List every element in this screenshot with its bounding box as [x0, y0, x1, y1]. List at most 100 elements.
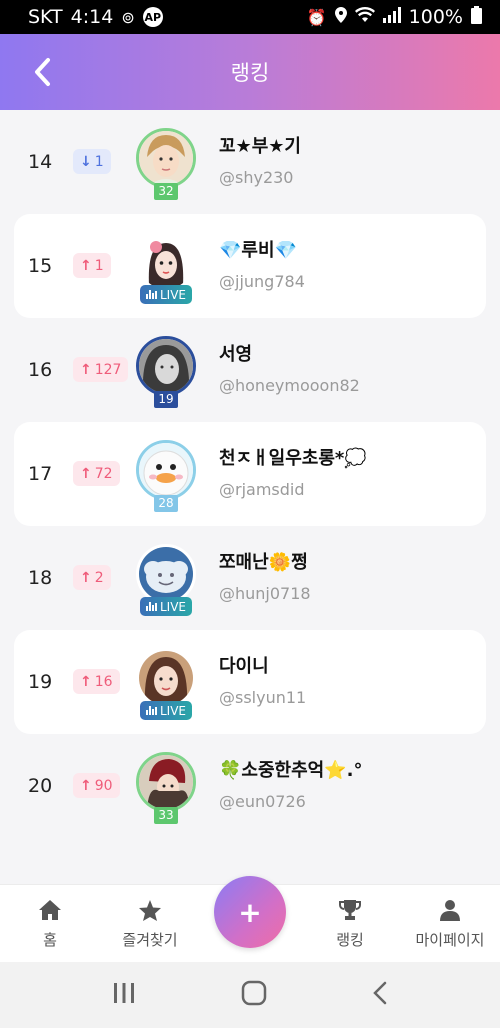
- avatar-container[interactable]: 33: [136, 752, 196, 824]
- level-badge: 33: [154, 807, 178, 824]
- level-badge: 19: [154, 391, 178, 408]
- battery-icon: [471, 6, 482, 28]
- rank-change-value: 2: [94, 569, 104, 586]
- user-name: 다이니: [219, 656, 269, 677]
- nav-ranking-label: 랭킹: [336, 931, 364, 949]
- avatar: [136, 128, 196, 188]
- rank-change-value: 72: [94, 465, 113, 482]
- nav-mypage[interactable]: 마이페이지: [400, 899, 500, 950]
- avatar: [136, 440, 196, 500]
- location-icon: [334, 7, 347, 27]
- ranking-row[interactable]: 16 ↑ 127 19 서영 @honeymooon82: [14, 318, 486, 422]
- avatar: [136, 648, 196, 708]
- live-label: LIVE: [159, 703, 186, 718]
- ranking-row[interactable]: 18 ↑ 2 LIVE 쪼매난🌼쩡 @hunj0718: [14, 526, 486, 630]
- rank-change-value: 90: [94, 777, 113, 794]
- home-circle-icon: [241, 980, 267, 1006]
- live-badge: LIVE: [140, 597, 192, 616]
- user-name: 천ㅈㅐ일우초롱*💭: [219, 448, 367, 469]
- back-button[interactable]: [22, 52, 62, 92]
- user-handle: @shy230: [219, 168, 294, 187]
- nav-mypage-label: 마이페이지: [415, 931, 485, 949]
- clock: 4:14: [70, 6, 114, 28]
- avatar: [136, 232, 196, 292]
- carrier-label: SKT: [28, 6, 63, 28]
- nav-home[interactable]: 홈: [0, 899, 100, 950]
- signal-icon: [382, 7, 401, 27]
- home-system-button[interactable]: [241, 980, 267, 1010]
- add-button[interactable]: +: [214, 876, 286, 948]
- arrow-up-icon: ↑: [80, 673, 92, 690]
- user-name: 서영: [219, 344, 253, 365]
- ranking-row[interactable]: 19 ↑ 16 LIVE 다이니 @sslyun11: [14, 630, 486, 734]
- chevron-left-icon: [35, 58, 50, 86]
- rank-number: 15: [28, 255, 53, 277]
- rank-change-badge: ↑ 90: [73, 773, 120, 798]
- rank-change-value: 1: [94, 257, 104, 274]
- arrow-up-icon: ↑: [80, 465, 92, 482]
- rank-number: 16: [28, 359, 53, 381]
- rank-change-badge: ↑ 2: [73, 565, 111, 590]
- user-handle: @eun0726: [219, 792, 306, 811]
- status-bar: SKT 4:14 ⊚ AP ⏰ 100%: [0, 0, 500, 34]
- rank-change-badge: ↑ 1: [73, 253, 111, 278]
- ranking-row[interactable]: 17 ↑ 72 28 천ㅈㅐ일우초롱*💭 @rjamsdid: [14, 422, 486, 526]
- rank-number: 20: [28, 775, 53, 797]
- nav-ranking[interactable]: 랭킹: [300, 899, 400, 950]
- rank-change-badge: ↑ 127: [73, 357, 129, 382]
- user-name: 꼬★부★기: [219, 136, 301, 157]
- user-handle: @honeymooon82: [219, 376, 360, 395]
- system-nav-bar: [0, 962, 500, 1028]
- sync-icon: ⊚: [121, 7, 135, 27]
- live-badge: LIVE: [140, 701, 192, 720]
- arrow-up-icon: ↑: [80, 361, 92, 378]
- user-handle: @jjung784: [219, 272, 305, 291]
- avatar: [136, 752, 196, 812]
- level-badge: 32: [154, 183, 178, 200]
- rank-change-badge: ↓ 1: [73, 149, 111, 174]
- avatar-container[interactable]: 19: [136, 336, 196, 408]
- rank-change-value: 1: [94, 153, 104, 170]
- user-handle: @hunj0718: [219, 584, 311, 603]
- ranking-row[interactable]: 15 ↑ 1 LIVE 💎루비💎 @jjung784: [14, 214, 486, 318]
- rank-number: 14: [28, 151, 53, 173]
- nav-home-label: 홈: [43, 931, 57, 949]
- avatar-container[interactable]: 32: [136, 128, 196, 200]
- nav-favorites[interactable]: 즐겨찾기: [100, 899, 200, 950]
- rank-change-value: 127: [94, 361, 122, 378]
- rank-change-value: 16: [94, 673, 113, 690]
- page-title: 랭킹: [230, 61, 270, 85]
- avatar-container[interactable]: 28: [136, 440, 196, 512]
- user-name: 🍀소중한추억⭐.°: [219, 760, 363, 781]
- live-label: LIVE: [159, 599, 186, 614]
- status-right: ⏰ 100%: [307, 6, 482, 28]
- rank-number: 17: [28, 463, 53, 485]
- avatar: [136, 544, 196, 604]
- ap-badge: AP: [142, 7, 163, 27]
- avatar-container[interactable]: LIVE: [136, 544, 196, 616]
- ranking-row[interactable]: 14 ↓ 1 32 꼬★부★기 @shy230: [14, 110, 486, 214]
- ranking-row[interactable]: 20 ↑ 90 33 🍀소중한추억⭐.° @eun0726: [14, 734, 486, 838]
- battery-percent: 100%: [408, 6, 463, 28]
- avatar-container[interactable]: LIVE: [136, 648, 196, 720]
- star-icon: [100, 899, 200, 923]
- live-bars-icon: [145, 706, 157, 715]
- ranking-list: 14 ↓ 1 32 꼬★부★기 @shy230 15 ↑ 1 LIVE 💎루비💎…: [0, 110, 500, 838]
- app-header: 랭킹: [0, 34, 500, 110]
- arrow-up-icon: ↑: [80, 569, 92, 586]
- back-system-button[interactable]: [372, 981, 388, 1009]
- alarm-icon: ⏰: [306, 7, 327, 27]
- back-chevron-icon: [372, 981, 386, 1005]
- recent-apps-icon: [114, 983, 135, 1003]
- status-left: SKT 4:14 ⊚ AP: [28, 6, 163, 28]
- rank-change-badge: ↑ 16: [73, 669, 120, 694]
- rank-change-badge: ↑ 72: [73, 461, 120, 486]
- nav-favorites-label: 즐겨찾기: [122, 931, 178, 949]
- plus-icon: +: [238, 895, 262, 929]
- recent-apps-button[interactable]: [112, 982, 136, 1008]
- avatar-container[interactable]: LIVE: [136, 232, 196, 304]
- avatar: [136, 336, 196, 396]
- arrow-down-icon: ↓: [80, 153, 92, 170]
- user-handle: @rjamsdid: [219, 480, 305, 499]
- arrow-up-icon: ↑: [80, 777, 92, 794]
